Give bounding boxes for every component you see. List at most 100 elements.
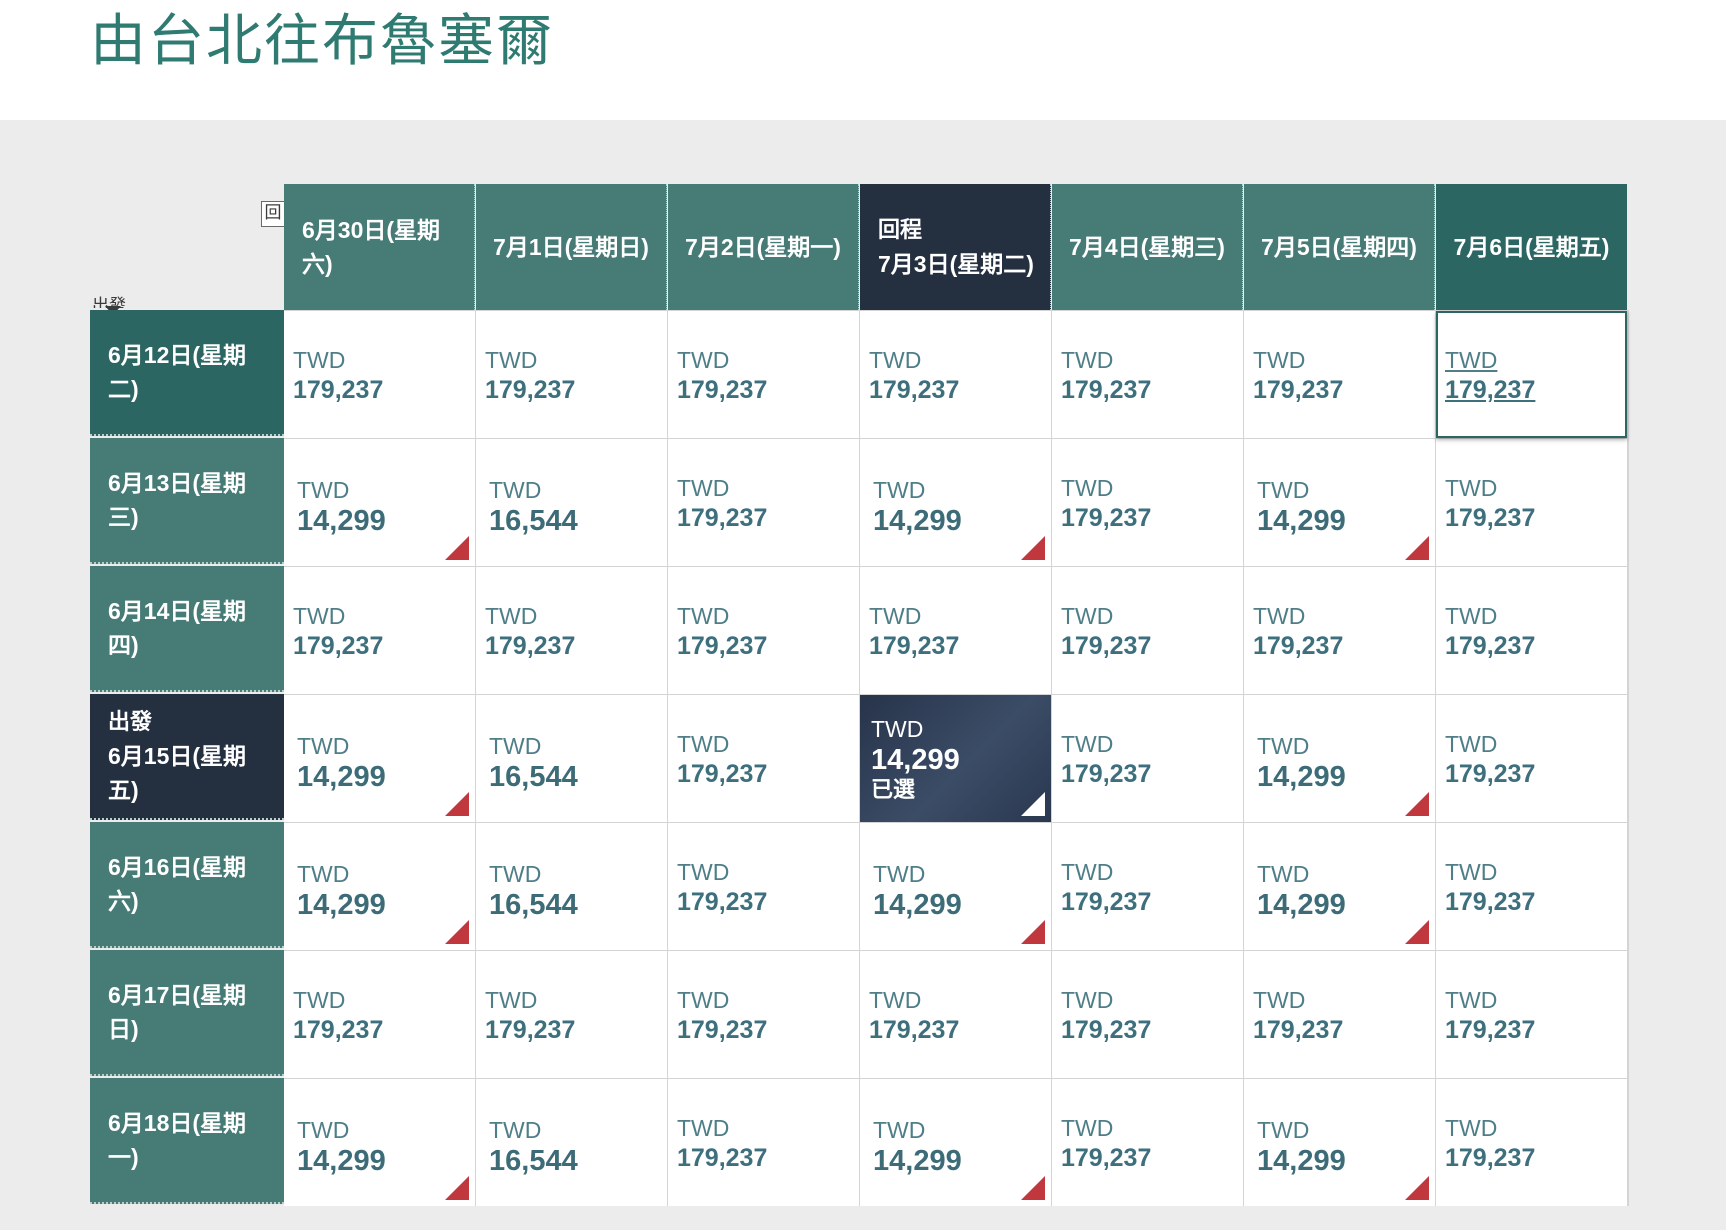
fare-cell[interactable]: TWD 179,237 xyxy=(668,1079,859,1206)
departure-date-header[interactable]: 6月17日(星期日) xyxy=(90,950,284,1076)
return-date-header[interactable]: 7月1日(星期日) xyxy=(476,184,667,310)
fare-amount: 16,544 xyxy=(489,1144,578,1177)
departure-date-header[interactable]: 6月13日(星期三) xyxy=(90,438,284,564)
fare-currency: TWD xyxy=(1061,474,1114,501)
fare-cell[interactable]: TWD 179,237 xyxy=(476,567,667,694)
fare-amount: 179,237 xyxy=(1061,375,1152,404)
return-date-label: 7月3日(星期二) xyxy=(878,251,1034,277)
fare-cell[interactable]: TWD 14,299 xyxy=(284,1079,475,1206)
return-date-header[interactable]: 6月30日(星期六) xyxy=(284,184,475,310)
fare-cell[interactable]: TWD 14,299 已選 xyxy=(860,695,1051,822)
return-date-label: 7月1日(星期日) xyxy=(493,234,649,260)
fare-amount: 14,299 xyxy=(873,888,962,921)
fare-cell[interactable]: TWD 179,237 xyxy=(1436,1079,1627,1206)
fare-cell[interactable]: TWD 179,237 xyxy=(1436,823,1627,950)
fare-cell[interactable]: TWD 179,237 xyxy=(1436,311,1627,438)
fare-currency: TWD xyxy=(1257,1116,1310,1143)
fare-cell[interactable]: TWD 179,237 xyxy=(1052,439,1243,566)
promo-corner-icon xyxy=(1405,536,1429,560)
fare-cell[interactable]: TWD 179,237 xyxy=(284,951,475,1078)
fare-amount: 14,299 xyxy=(1257,504,1346,537)
fare-cell[interactable]: TWD 179,237 xyxy=(284,567,475,694)
fare-amount: 179,237 xyxy=(293,375,384,404)
departure-date-header[interactable]: 6月16日(星期六) xyxy=(90,822,284,948)
fare-currency: TWD xyxy=(873,476,926,503)
return-date-label: 7月4日(星期三) xyxy=(1069,234,1225,260)
fare-cell[interactable]: TWD 16,544 xyxy=(476,695,667,822)
fare-currency: TWD xyxy=(873,1116,926,1143)
fare-cell[interactable]: TWD 179,237 xyxy=(668,695,859,822)
fare-cell[interactable]: TWD 14,299 xyxy=(860,823,1051,950)
fare-cell[interactable]: TWD 179,237 xyxy=(668,567,859,694)
fare-cell[interactable]: TWD 14,299 xyxy=(284,695,475,822)
fare-cell[interactable]: TWD 179,237 xyxy=(860,951,1051,1078)
fare-amount: 179,237 xyxy=(1253,1015,1344,1044)
fare-cell[interactable]: TWD 179,237 xyxy=(1436,695,1627,822)
fare-cell[interactable]: TWD 179,237 xyxy=(284,311,475,438)
fare-cell[interactable]: TWD 179,237 xyxy=(1244,951,1435,1078)
fare-currency: TWD xyxy=(485,602,538,629)
fare-currency: TWD xyxy=(1253,986,1306,1013)
fare-cell[interactable]: TWD 179,237 xyxy=(1052,823,1243,950)
fare-cell[interactable]: TWD 14,299 xyxy=(1244,695,1435,822)
return-date-label: 7月5日(星期四) xyxy=(1261,234,1417,260)
fare-cell[interactable]: TWD 179,237 xyxy=(1436,439,1627,566)
fare-cell[interactable]: TWD 179,237 xyxy=(668,439,859,566)
fare-cell[interactable]: TWD 16,544 xyxy=(476,823,667,950)
fare-currency: TWD xyxy=(1061,1114,1114,1141)
fare-cell[interactable]: TWD 179,237 xyxy=(1436,567,1627,694)
fare-cell[interactable]: TWD 179,237 xyxy=(476,311,667,438)
return-date-header[interactable]: 7月4日(星期三) xyxy=(1052,184,1243,310)
fare-currency: TWD xyxy=(297,476,350,503)
return-date-header[interactable]: 7月6日(星期五) xyxy=(1436,184,1627,310)
return-date-header[interactable]: 7月5日(星期四) xyxy=(1244,184,1435,310)
departure-date-header[interactable]: 6月14日(星期四) xyxy=(90,566,284,692)
fare-cell[interactable]: TWD 16,544 xyxy=(476,1079,667,1206)
fare-currency: TWD xyxy=(297,1116,350,1143)
promo-corner-icon xyxy=(1021,920,1045,944)
fare-cell[interactable]: TWD 179,237 xyxy=(668,823,859,950)
fare-amount: 179,237 xyxy=(869,631,960,660)
fare-cell[interactable]: TWD 179,237 xyxy=(668,311,859,438)
fare-cell[interactable]: TWD 179,237 xyxy=(1244,567,1435,694)
fare-cell[interactable]: TWD 179,237 xyxy=(860,311,1051,438)
fare-currency: TWD xyxy=(293,986,346,1013)
fare-cell[interactable]: TWD 179,237 xyxy=(1052,567,1243,694)
fare-amount: 179,237 xyxy=(485,1015,576,1044)
promo-corner-icon xyxy=(1405,792,1429,816)
fare-cell[interactable]: TWD 14,299 xyxy=(1244,439,1435,566)
return-date-header[interactable]: 7月2日(星期一) xyxy=(668,184,859,310)
fare-cell[interactable]: TWD 179,237 xyxy=(1244,311,1435,438)
fare-cell[interactable]: TWD 179,237 xyxy=(476,951,667,1078)
fare-cell[interactable]: TWD 14,299 xyxy=(1244,823,1435,950)
promo-corner-icon xyxy=(1021,1176,1045,1200)
return-tag: 回程 xyxy=(878,217,923,242)
fare-cell[interactable]: TWD 179,237 xyxy=(1052,311,1243,438)
fare-currency: TWD xyxy=(1253,602,1306,629)
departure-date-header[interactable]: 出發 6月15日(星期五) xyxy=(90,694,284,820)
fare-cell[interactable]: TWD 14,299 xyxy=(1244,1079,1435,1206)
return-date-header[interactable]: 回程 7月3日(星期二) xyxy=(860,184,1051,310)
fare-amount: 16,544 xyxy=(489,504,578,537)
fare-amount: 14,299 xyxy=(297,888,386,921)
departure-date-header[interactable]: 6月18日(星期一) xyxy=(90,1078,284,1204)
fare-cell[interactable]: TWD 179,237 xyxy=(668,951,859,1078)
fare-cell[interactable]: TWD 179,237 xyxy=(860,567,1051,694)
fare-cell[interactable]: TWD 179,237 xyxy=(1052,695,1243,822)
fare-cell[interactable]: TWD 179,237 xyxy=(1436,951,1627,1078)
fare-currency: TWD xyxy=(1061,858,1114,885)
fare-cell[interactable]: TWD 16,544 xyxy=(476,439,667,566)
fare-cell[interactable]: TWD 14,299 xyxy=(284,439,475,566)
fare-currency: TWD xyxy=(297,732,350,759)
fare-cell[interactable]: TWD 14,299 xyxy=(284,823,475,950)
fare-cell[interactable]: TWD 14,299 xyxy=(860,439,1051,566)
departure-date-label: 6月16日(星期六) xyxy=(108,854,247,914)
fare-amount: 14,299 xyxy=(1257,888,1346,921)
fare-cell[interactable]: TWD 14,299 xyxy=(860,1079,1051,1206)
fare-cell[interactable]: TWD 179,237 xyxy=(1052,951,1243,1078)
fare-currency: TWD xyxy=(873,860,926,887)
fare-cell[interactable]: TWD 179,237 xyxy=(1052,1079,1243,1206)
fare-amount: 179,237 xyxy=(677,1015,768,1044)
fare-amount: 179,237 xyxy=(1445,759,1536,788)
departure-date-header[interactable]: 6月12日(星期二) xyxy=(90,310,284,436)
